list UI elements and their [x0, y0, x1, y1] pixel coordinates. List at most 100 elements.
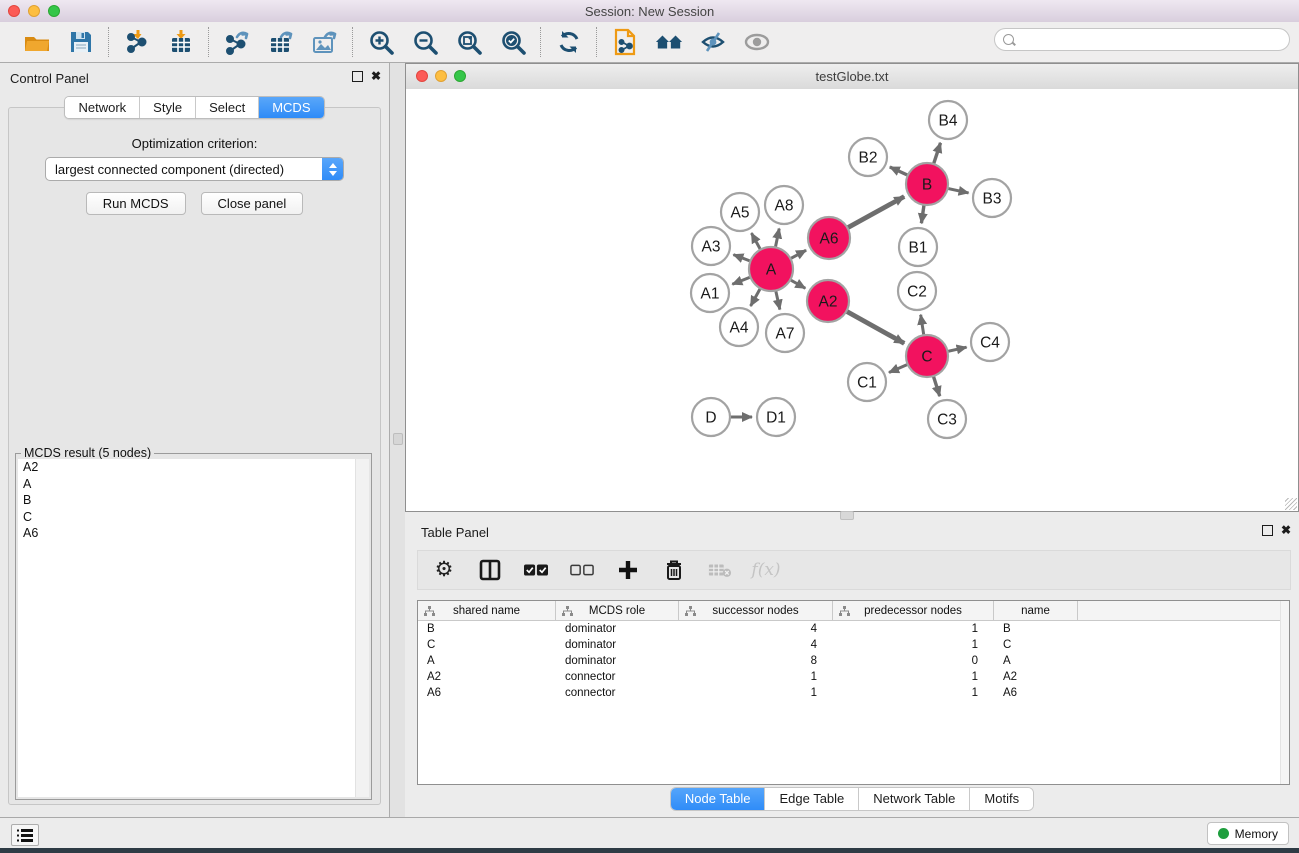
- search-input[interactable]: [1014, 33, 1289, 47]
- graph-node-B2[interactable]: B2: [849, 138, 887, 176]
- select-all-icon[interactable]: [524, 558, 548, 582]
- delete-column-icon[interactable]: [662, 558, 686, 582]
- graph-node-A5[interactable]: A5: [721, 193, 759, 231]
- export-network-icon[interactable]: [223, 28, 251, 56]
- graph-node-label: A5: [731, 205, 750, 222]
- graph-node-A7[interactable]: A7: [766, 314, 804, 352]
- graph-node-C4[interactable]: C4: [971, 323, 1009, 361]
- tab-style[interactable]: Style: [140, 97, 196, 118]
- tab-mcds[interactable]: MCDS: [259, 97, 323, 118]
- tab-network[interactable]: Network: [65, 97, 140, 118]
- table-row[interactable]: Adominator80A: [418, 653, 1289, 669]
- splitter-handle[interactable]: [393, 433, 403, 445]
- resize-grip[interactable]: [1285, 498, 1297, 510]
- mcds-result-item[interactable]: C: [18, 509, 369, 526]
- close-network-icon[interactable]: [416, 70, 428, 82]
- graph-node-B3[interactable]: B3: [973, 179, 1011, 217]
- export-table-icon[interactable]: [267, 28, 295, 56]
- mcds-result-list[interactable]: A2ABCA6: [18, 459, 369, 797]
- result-scrollbar[interactable]: [355, 459, 369, 797]
- graph-node-B[interactable]: B: [906, 163, 948, 205]
- new-network-from-selection-icon[interactable]: [611, 28, 639, 56]
- column-header-label: MCDS role: [589, 605, 645, 617]
- graph-node-A1[interactable]: A1: [691, 274, 729, 312]
- import-network-icon[interactable]: [123, 28, 151, 56]
- mcds-result-item[interactable]: A: [18, 476, 369, 493]
- window-controls: [8, 5, 60, 17]
- tab-edge-table[interactable]: Edge Table: [765, 788, 859, 810]
- graph-node-A2[interactable]: A2: [807, 280, 849, 322]
- cell-successor_nodes: 8: [679, 655, 833, 667]
- hide-selected-icon[interactable]: [699, 28, 727, 56]
- refresh-icon[interactable]: [555, 28, 583, 56]
- graph-node-C2[interactable]: C2: [898, 272, 936, 310]
- table-row[interactable]: A2connector11A2: [418, 669, 1289, 685]
- zoom-out-icon[interactable]: [411, 28, 439, 56]
- mcds-result-item[interactable]: A6: [18, 525, 369, 542]
- close-panel-button[interactable]: Close panel: [201, 192, 304, 215]
- show-panels-button[interactable]: [11, 824, 39, 846]
- graph-node-A6[interactable]: A6: [808, 217, 850, 259]
- graph-node-D[interactable]: D: [692, 398, 730, 436]
- zoom-fit-icon[interactable]: [455, 28, 483, 56]
- mcds-result-fieldset: MCDS result (5 nodes) A2ABCA6: [15, 453, 372, 800]
- graph-node-A8[interactable]: A8: [765, 186, 803, 224]
- zoom-in-icon[interactable]: [367, 28, 395, 56]
- deselect-all-icon[interactable]: [570, 558, 594, 582]
- cell-mcds_role: connector: [556, 671, 679, 683]
- zoom-window-icon[interactable]: [48, 5, 60, 17]
- column-header-shared-name[interactable]: shared name: [418, 601, 556, 620]
- search-field[interactable]: [994, 28, 1290, 51]
- table-row[interactable]: Bdominator41B: [418, 621, 1289, 637]
- vertical-splitter[interactable]: [390, 63, 405, 817]
- table-settings-icon[interactable]: ⚙: [432, 558, 456, 582]
- close-window-icon[interactable]: [8, 5, 20, 17]
- graph-node-A[interactable]: A: [749, 247, 793, 291]
- close-table-panel-icon[interactable]: ✖: [1281, 525, 1291, 536]
- column-header-successor-nodes[interactable]: successor nodes: [679, 601, 833, 620]
- close-panel-icon[interactable]: ✖: [371, 71, 381, 82]
- table-row[interactable]: Cdominator41C: [418, 637, 1289, 653]
- graph-node-C1[interactable]: C1: [848, 363, 886, 401]
- column-header-mcds-role[interactable]: MCDS role: [556, 601, 679, 620]
- first-neighbors-icon[interactable]: [655, 28, 683, 56]
- graph-node-A4[interactable]: A4: [720, 308, 758, 346]
- network-window-controls: [416, 70, 466, 82]
- mcds-result-item[interactable]: B: [18, 492, 369, 509]
- table-row[interactable]: A6connector11A6: [418, 685, 1289, 701]
- graph-node-B1[interactable]: B1: [899, 228, 937, 266]
- column-header-name[interactable]: name: [994, 601, 1078, 620]
- minimize-window-icon[interactable]: [28, 5, 40, 17]
- run-mcds-button[interactable]: Run MCDS: [86, 192, 186, 215]
- network-canvas[interactable]: B4 B2 B B3 A5 A8A6 A3 B1 A A1 C2 A2 A4A7 C4 C C1 D D1 C3: [406, 89, 1298, 511]
- add-column-icon[interactable]: [616, 558, 640, 582]
- graph-node-D1[interactable]: D1: [757, 398, 795, 436]
- save-session-icon[interactable]: [67, 28, 95, 56]
- import-table-icon[interactable]: [167, 28, 195, 56]
- open-session-icon[interactable]: [23, 28, 51, 56]
- graph-node-A3[interactable]: A3: [692, 227, 730, 265]
- column-header-predecessor-nodes[interactable]: predecessor nodes: [833, 601, 994, 620]
- network-graph: B4 B2 B B3 A5 A8A6 A3 B1 A A1 C2 A2 A4A7 C4 C C1 D D1 C3: [406, 89, 1298, 511]
- zoom-network-icon[interactable]: [454, 70, 466, 82]
- tab-select[interactable]: Select: [196, 97, 259, 118]
- graph-node-B4[interactable]: B4: [929, 101, 967, 139]
- tab-network-table[interactable]: Network Table: [859, 788, 970, 810]
- cell-shared_name: A6: [418, 687, 556, 699]
- show-all-icon[interactable]: [743, 28, 771, 56]
- zoom-selected-icon[interactable]: [499, 28, 527, 56]
- split-view-icon[interactable]: [478, 558, 502, 582]
- memory-button[interactable]: Memory: [1207, 822, 1289, 845]
- optimization-criterion-select[interactable]: largest connected component (directed): [45, 157, 344, 181]
- table-scrollbar[interactable]: [1280, 601, 1289, 784]
- tab-motifs[interactable]: Motifs: [970, 788, 1033, 810]
- float-panel-icon[interactable]: [352, 71, 363, 82]
- export-image-icon[interactable]: [311, 28, 339, 56]
- graph-node-C3[interactable]: C3: [928, 400, 966, 438]
- float-table-panel-icon[interactable]: [1262, 525, 1273, 536]
- tab-node-table[interactable]: Node Table: [671, 788, 766, 810]
- mcds-result-item[interactable]: A2: [18, 459, 369, 476]
- horizontal-splitter-handle[interactable]: [840, 511, 854, 520]
- graph-node-C[interactable]: C: [906, 335, 948, 377]
- minimize-network-icon[interactable]: [435, 70, 447, 82]
